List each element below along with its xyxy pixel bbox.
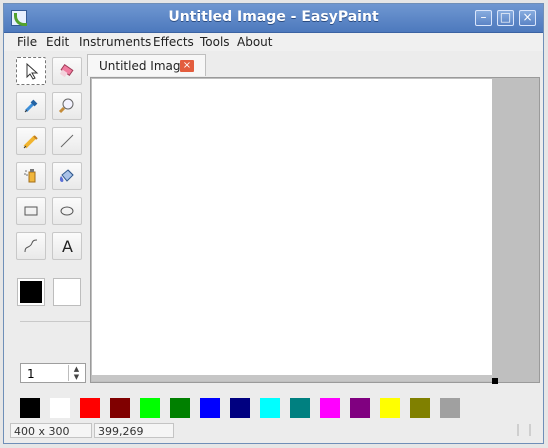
maximize-button[interactable]: □ [497, 10, 514, 26]
menu-edit[interactable]: Edit [46, 35, 69, 49]
color-picker-icon [24, 99, 38, 113]
menu-instruments[interactable]: Instruments [79, 35, 151, 49]
curve-icon [24, 239, 38, 253]
curve-tool-button[interactable] [16, 232, 46, 260]
primary-color-swatch[interactable] [17, 278, 45, 306]
eraser-icon [59, 63, 74, 78]
palette-blue[interactable] [200, 398, 220, 418]
line-tool-button[interactable] [52, 127, 82, 155]
tab-untitled-image[interactable]: Untitled Image × [87, 54, 206, 76]
palette-purple[interactable] [350, 398, 370, 418]
text-icon: A [62, 237, 73, 256]
secondary-color-swatch[interactable] [53, 278, 81, 306]
close-window-button[interactable]: × [519, 10, 536, 26]
palette-olive[interactable] [410, 398, 430, 418]
secondary-color-fill [56, 281, 78, 303]
line-icon [60, 134, 74, 148]
primary-color-fill [20, 281, 42, 303]
tab-label: Untitled Image [99, 59, 188, 73]
palette-gray[interactable] [440, 398, 460, 418]
palette-white[interactable] [50, 398, 70, 418]
cursor-position-status: 399,269 [94, 423, 174, 438]
close-tab-icon[interactable]: × [180, 60, 194, 72]
palette-red[interactable] [80, 398, 100, 418]
fill-bucket-icon [59, 169, 74, 182]
horizontal-scrollbar[interactable] [92, 375, 493, 381]
rectangle-icon [24, 206, 38, 216]
pen-size-spinbox[interactable]: ▲ ▼ [20, 363, 86, 383]
pencil-icon [23, 135, 38, 149]
title-bar[interactable]: Untitled Image - EasyPaint – □ × [4, 4, 543, 33]
canvas-resize-handle[interactable] [492, 378, 498, 384]
menu-file[interactable]: File [17, 35, 37, 49]
easypaint-window: Untitled Image - EasyPaint – □ × File Ed… [3, 3, 544, 444]
menu-effects[interactable]: Effects [153, 35, 194, 49]
text-tool-button[interactable]: A [52, 232, 82, 260]
pen-size-input[interactable] [25, 366, 69, 382]
palette-magenta[interactable] [320, 398, 340, 418]
document-tabs: Untitled Image × [87, 52, 541, 76]
menu-tools[interactable]: Tools [200, 35, 230, 49]
rectangle-tool-button[interactable] [16, 197, 46, 225]
tool-divider [20, 321, 92, 322]
magnifier-icon [58, 98, 74, 114]
palette-teal[interactable] [290, 398, 310, 418]
palette-navy[interactable] [230, 398, 250, 418]
resize-grip[interactable] [517, 424, 531, 436]
palette-yellow[interactable] [380, 398, 400, 418]
color-palette [20, 398, 460, 418]
image-size-status: 400 x 300 [10, 423, 92, 438]
palette-black[interactable] [20, 398, 40, 418]
palette-lime[interactable] [140, 398, 160, 418]
window-title: Untitled Image - EasyPaint [168, 9, 379, 25]
menu-about[interactable]: About [237, 35, 272, 49]
fill-tool-button[interactable] [52, 162, 82, 190]
cursor-tool-button[interactable] [16, 57, 46, 85]
spin-down-button[interactable]: ▼ [68, 373, 84, 381]
ellipse-icon [60, 206, 74, 216]
cursor-icon [26, 62, 39, 80]
spray-icon [24, 169, 36, 183]
menu-bar: File Edit Instruments Effects Tools Abou… [4, 33, 543, 51]
canvas-area[interactable] [90, 77, 540, 384]
color-picker-tool-button[interactable] [16, 92, 46, 120]
palette-maroon[interactable] [110, 398, 130, 418]
minimize-button[interactable]: – [475, 10, 492, 26]
eraser-tool-button[interactable] [52, 57, 82, 85]
spray-tool-button[interactable] [16, 162, 46, 190]
spin-up-button[interactable]: ▲ [68, 365, 84, 373]
pencil-tool-button[interactable] [16, 127, 46, 155]
status-bar: 400 x 300 399,269 [10, 423, 538, 439]
drawing-canvas[interactable] [92, 79, 492, 379]
tool-panel: A ▲ ▼ [12, 52, 92, 383]
palette-green[interactable] [170, 398, 190, 418]
magnifier-tool-button[interactable] [52, 92, 82, 120]
palette-cyan[interactable] [260, 398, 280, 418]
ellipse-tool-button[interactable] [52, 197, 82, 225]
